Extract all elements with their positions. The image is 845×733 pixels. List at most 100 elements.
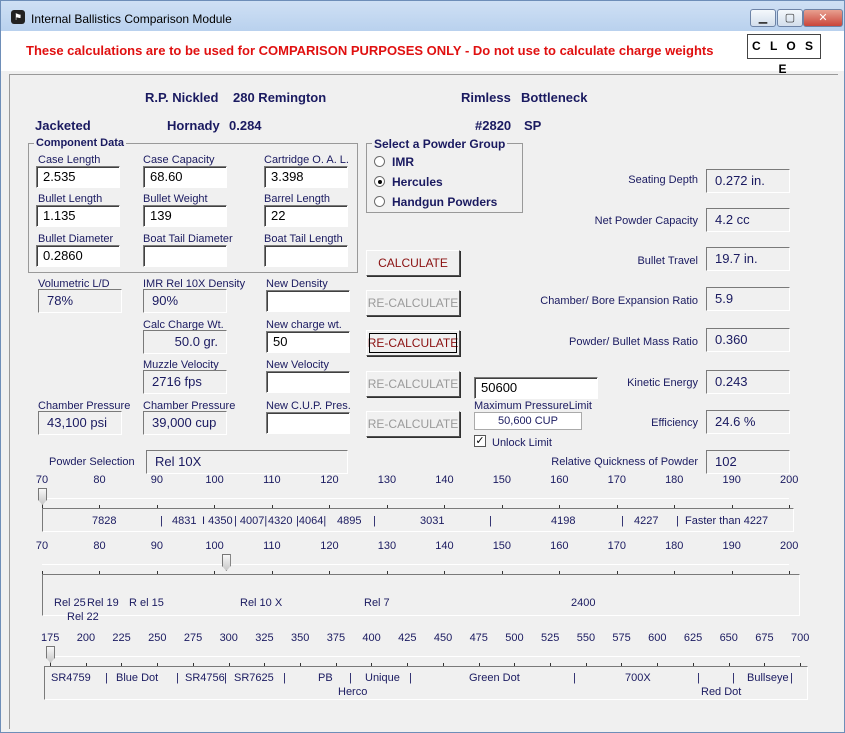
scale3-powder-label: | [790, 672, 793, 684]
scale2-track[interactable] [42, 564, 789, 565]
scale1-tick-label: 190 [722, 474, 741, 486]
quickness-value: 102 [706, 450, 790, 474]
scale3-powder-label: Bullseye [747, 672, 789, 684]
radio-hercules-label[interactable]: Hercules [392, 175, 443, 189]
title-bar[interactable]: ⚑ Internal Ballistics Comparison Module … [1, 1, 844, 31]
bullet-diameter-label: Bullet Diameter [38, 233, 114, 245]
scale3-tick-label: 175 [41, 632, 60, 644]
net-capacity-label: Net Powder Capacity [594, 215, 698, 227]
scale3-tick-label: 400 [362, 632, 381, 644]
minimize-icon: ▁ [758, 12, 768, 24]
scale2-powder-label: Rel 25 [54, 597, 86, 609]
scale3-tick-label: 275 [183, 632, 203, 644]
new-cup-label: New C.U.P. Pres. [266, 400, 351, 412]
scale1-tick-label: 140 [435, 474, 454, 486]
scale1-powder-label: I 4350 [202, 515, 233, 527]
calculate-button[interactable]: CALCULATE [366, 250, 460, 276]
scale2-powder-band [42, 574, 800, 616]
recalc-pressure-button[interactable]: RE-CALCULATE [366, 411, 460, 437]
boat-tail-diameter-input[interactable] [143, 245, 227, 267]
new-density-input[interactable] [266, 290, 350, 312]
scale3-powder-label: Green Dot [469, 672, 520, 684]
coal-label: Cartridge O. A. L. [264, 154, 349, 166]
recalc-charge-button[interactable]: RE-CALCULATE [366, 330, 460, 356]
maximize-button[interactable]: ▢ [777, 9, 803, 27]
bullet-length-input[interactable]: 1.135 [36, 205, 120, 227]
scale3-slider-thumb[interactable] [46, 646, 55, 663]
new-velocity-input[interactable] [266, 371, 350, 393]
scale1-powder-label: |4064| [296, 515, 327, 527]
expansion-label: Chamber/ Bore Expansion Ratio [540, 295, 698, 307]
new-cup-input[interactable] [266, 412, 350, 434]
app-icon: ⚑ [11, 10, 25, 24]
close-button[interactable]: C L O S E [747, 34, 821, 76]
kinetic-value: 0.243 [706, 370, 790, 394]
scale2-slider-thumb[interactable] [221, 554, 231, 571]
scale3-tick-label: 200 [76, 632, 96, 644]
scale3-powder-label: Herco [338, 686, 368, 698]
scale2-tick-label: 70 [35, 540, 49, 552]
unlock-limit-checkbox[interactable]: ✓ [474, 435, 486, 447]
scale1-powder-label: | [676, 515, 679, 527]
scale1-slider-thumb[interactable] [38, 488, 47, 505]
scale3-powder-label: | [409, 672, 412, 684]
case-length-input[interactable]: 2.535 [36, 166, 120, 188]
powder-selection-label: Powder Selection [49, 456, 135, 468]
scale3-tick-label: 600 [648, 632, 667, 644]
scale1-powder-label: 3031 [420, 515, 445, 527]
bullet-diameter-input[interactable]: 0.2860 [36, 245, 120, 267]
scale1-tick-label: 160 [550, 474, 569, 486]
scale1-tick-label: 80 [93, 474, 106, 486]
coal-input[interactable]: 3.398 [264, 166, 348, 188]
cartridge-name: 280 Remington [233, 90, 327, 105]
boat-tail-diameter-label: Boat Tail Diameter [143, 233, 233, 245]
scale2-tick-label: 140 [435, 540, 454, 552]
case-capacity-label: Case Capacity [143, 154, 215, 166]
scale2-tick-label: 150 [492, 540, 512, 552]
window-close-button[interactable]: ✕ [803, 9, 843, 27]
max-pressure-label: Maximum PressureLimit [474, 400, 592, 412]
barrel-length-input[interactable]: 22 [264, 205, 348, 227]
scale3-tick-label: 625 [683, 632, 703, 644]
scale1-tick-label: 70 [35, 474, 49, 486]
recalc-density-button[interactable]: RE-CALCULATE [366, 290, 460, 316]
barrel-length-label: Barrel Length [264, 193, 331, 205]
bullet-travel-label: Bullet Travel [637, 255, 698, 267]
case-capacity-input[interactable]: 68.60 [143, 166, 227, 188]
warning-banner: These calculations are to be used for CO… [1, 31, 844, 76]
radio-handgun-label[interactable]: Handgun Powders [392, 195, 497, 209]
scale2-powder-label: 2400 [571, 597, 596, 609]
boat-tail-length-input[interactable] [264, 245, 348, 267]
density-value: 90% [143, 289, 227, 313]
scale1-powder-label: 4895 [337, 515, 362, 527]
bullet-weight-input[interactable]: 139 [143, 205, 227, 227]
scale3-powder-label: SR4756 [185, 672, 225, 684]
case-shape: Bottleneck [521, 90, 588, 105]
scale3-powder-label: Red Dot [701, 686, 742, 698]
unlock-limit-label[interactable]: Unlock Limit [492, 437, 552, 449]
new-velocity-label: New Velocity [266, 359, 329, 371]
scale3-tick-label: 575 [612, 632, 631, 644]
new-density-label: New Density [266, 278, 328, 290]
radio-hercules[interactable] [374, 176, 385, 187]
scale2-tick-label: 80 [93, 540, 106, 552]
scale3-tick-label: 550 [576, 632, 596, 644]
chamber-cup-value: 39,000 cup [143, 411, 227, 435]
radio-imr[interactable] [374, 156, 385, 167]
max-pressure-input[interactable]: 50600 [474, 377, 598, 399]
scale3-track[interactable] [50, 656, 800, 657]
new-charge-input[interactable]: 50 [266, 331, 350, 353]
minimize-button[interactable]: ▁ [750, 9, 776, 27]
efficiency-label: Efficiency [651, 417, 698, 429]
scale1-powder-label: 4198 [551, 515, 576, 527]
recalc-velocity-button[interactable]: RE-CALCULATE [366, 371, 460, 397]
scale1-track[interactable] [42, 498, 789, 499]
radio-handgun[interactable] [374, 196, 385, 207]
muzzle-velocity-value: 2716 fps [143, 370, 227, 394]
scale2-powder-label: Rel 22 [67, 611, 99, 623]
radio-imr-label[interactable]: IMR [392, 155, 414, 169]
scale3-powder-label: | [105, 672, 108, 684]
scale2-tick-label: 130 [377, 540, 397, 552]
scale3-tick-label: 250 [148, 632, 167, 644]
scale1-powder-label: | 4007| [234, 515, 268, 527]
